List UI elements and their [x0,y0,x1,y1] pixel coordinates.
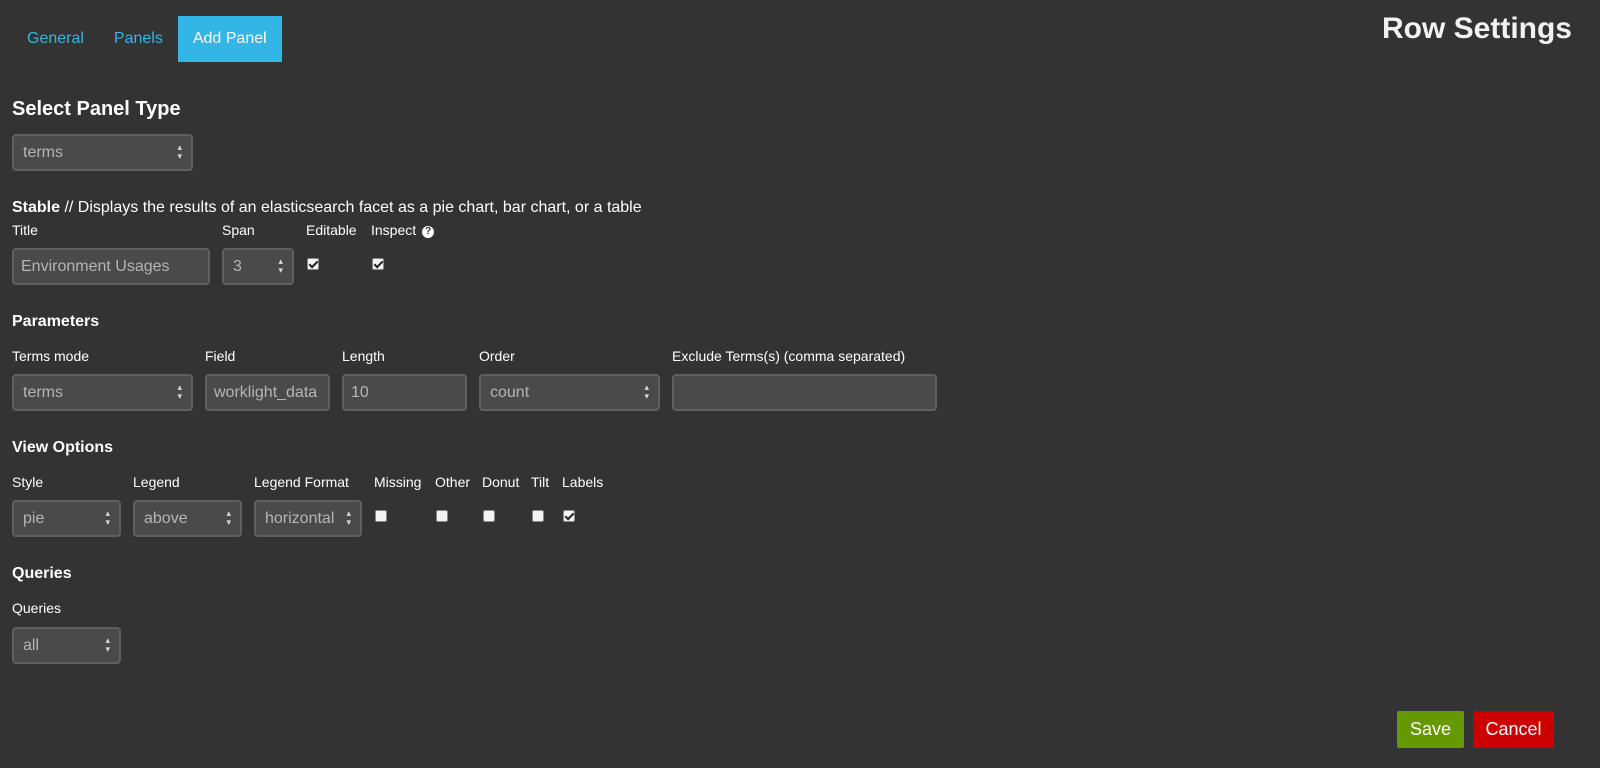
labels-checkbox[interactable] [563,510,575,522]
tilt-checkbox[interactable] [532,510,544,522]
select-panel-type-heading: Select Panel Type [12,98,181,120]
missing-checkbox[interactable] [375,510,387,522]
length-input[interactable]: 10 [342,374,467,411]
view-options-heading: View Options [12,439,114,456]
legend-label: Legend [133,474,180,490]
panel-status: Stable [12,199,61,216]
inspect-checkbox[interactable] [372,258,384,270]
style-label: Style [12,474,44,490]
queries-select[interactable]: all [12,627,121,664]
modal-title: Row Settings [1381,12,1572,45]
span-select[interactable]: 3 [222,248,294,285]
span-label: Span [222,222,255,238]
terms-mode-select[interactable]: terms [12,374,193,411]
panel-description: Stable // Displays the results of an ela… [12,199,642,217]
field-input[interactable]: worklight_data [205,374,330,411]
inspect-label-group: Inspect? [371,222,435,238]
labels-label: Labels [562,474,604,490]
tab-bar: General Panels Add Panel [12,16,282,62]
editable-checkbox[interactable] [307,258,319,270]
tilt-label: Tilt [531,474,550,490]
editable-label: Editable [306,222,357,238]
order-label: Order [479,348,515,364]
legend-format-label: Legend Format [254,474,349,490]
donut-label: Donut [482,474,520,490]
terms-mode-label: Terms mode [12,348,90,364]
style-select[interactable]: pie [12,500,121,537]
save-button[interactable]: Save [1397,711,1464,748]
parameters-heading: Parameters [12,313,100,330]
length-label: Length [342,348,385,364]
donut-checkbox[interactable] [483,510,495,522]
title-input[interactable]: Environment Usages [12,248,210,285]
tab-general[interactable]: General [12,16,99,62]
other-checkbox[interactable] [436,510,448,522]
tab-add-panel[interactable]: Add Panel [177,16,282,62]
queries-heading: Queries [12,565,72,582]
question-circle-icon[interactable]: ? [422,226,435,238]
legend-format-select[interactable]: horizontal [254,500,362,537]
other-label: Other [435,474,471,490]
inspect-label: Inspect [371,222,417,238]
exclude-terms-label: Exclude Terms(s) (comma separated) [672,348,906,364]
tab-panels[interactable]: Panels [99,16,178,62]
exclude-terms-input[interactable] [672,374,937,411]
title-label: Title [12,222,38,238]
queries-label: Queries [12,600,62,616]
cancel-button[interactable]: Cancel [1473,711,1554,748]
legend-select[interactable]: above [133,500,242,537]
missing-label: Missing [374,474,422,490]
panel-description-text: // Displays the results of an elasticsea… [60,199,642,216]
panel-type-select[interactable]: terms [12,134,193,171]
field-label: Field [205,348,236,364]
order-select[interactable]: count [479,374,660,411]
